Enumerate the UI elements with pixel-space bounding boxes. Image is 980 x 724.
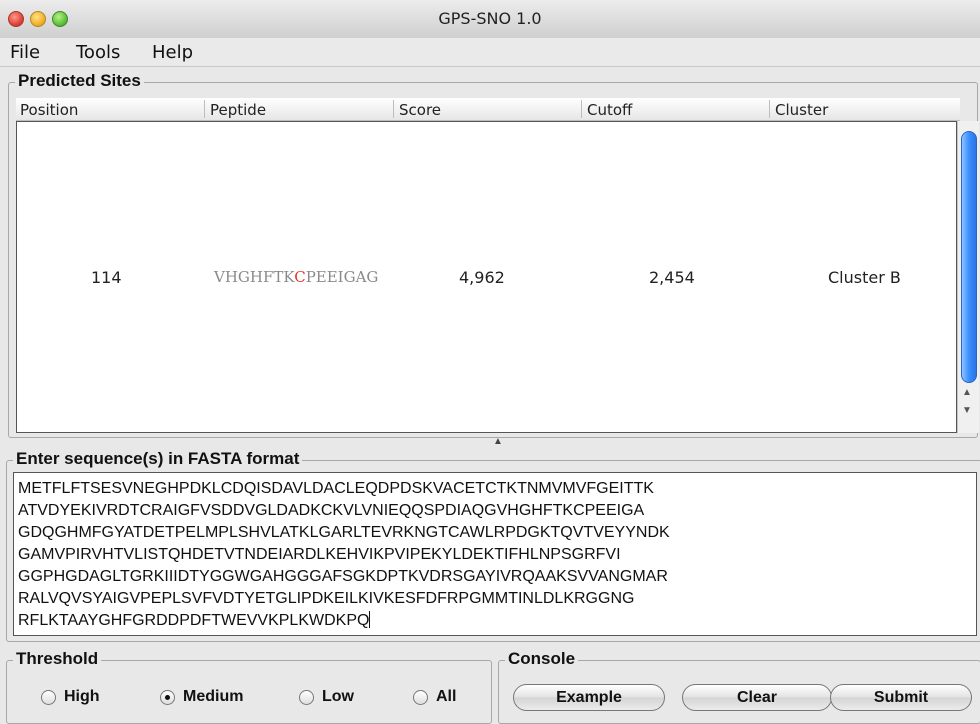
- submit-button[interactable]: Submit: [830, 684, 972, 711]
- column-header-score[interactable]: Score: [399, 101, 441, 119]
- predicted-sites-title: Predicted Sites: [15, 71, 144, 91]
- scroll-down-arrow-icon[interactable]: ▼: [962, 405, 972, 416]
- window-title: GPS-SNO 1.0: [438, 9, 542, 28]
- sequence-line: GAMVPIRVHTVLISTQHDETVTNDEIARDLKEHVIKPVIP…: [18, 546, 621, 563]
- sequence-line: GDQGHMFGYATDETPELMPLSHVLATKLGARLTEVRKNGT…: [18, 524, 670, 541]
- threshold-high-radio[interactable]: High: [41, 688, 100, 706]
- sequence-line-last: RFLKTAAYGHFGRDDPDFTWEVVKPLKWDKPQ: [18, 610, 972, 632]
- title-bar: GPS-SNO 1.0: [0, 0, 980, 39]
- example-button[interactable]: Example: [513, 684, 665, 711]
- sequence-line: RALVQVSYAIGVPEPLSVFVDTYETGLIPDKEILKIVKES…: [18, 590, 635, 607]
- radio-circle-checked-icon[interactable]: [160, 689, 175, 705]
- column-divider: [581, 100, 582, 118]
- radio-label-low: Low: [322, 688, 354, 705]
- text-caret: [369, 611, 371, 628]
- scroll-up-arrow-icon[interactable]: ▲: [962, 387, 972, 398]
- fasta-input-title: Enter sequence(s) in FASTA format: [13, 449, 303, 469]
- sequence-line: GGPHGDAGLTGRKIIIDTYGGWGAHGGGAFSGKDPTKVDR…: [18, 568, 668, 585]
- cell-peptide: VHGHFTKCPEEIGAG: [214, 268, 378, 286]
- threshold-all-radio[interactable]: All: [413, 688, 456, 706]
- sequence-line-text: RFLKTAAYGHFGRDDPDFTWEVVKPLKWDKPQ: [18, 612, 370, 629]
- menu-bar: File Tools Help: [0, 38, 980, 67]
- radio-label-high: High: [64, 688, 100, 705]
- results-table-header: Position Peptide Score Cutoff Cluster: [16, 98, 960, 121]
- peptide-sno-site: C: [294, 268, 306, 286]
- threshold-medium-radio[interactable]: Medium: [160, 688, 243, 706]
- cell-score: 4,962: [459, 268, 505, 287]
- column-header-position[interactable]: Position: [20, 101, 78, 119]
- radio-circle-icon[interactable]: [299, 689, 314, 705]
- radio-circle-icon[interactable]: [41, 689, 56, 705]
- radio-circle-icon[interactable]: [413, 689, 428, 705]
- sequence-line: METFLFTSESVNEGHPDKLCDQISDAVLDACLEQDPDSKV…: [18, 480, 654, 497]
- column-divider: [769, 100, 770, 118]
- peptide-after-site: PEEIGAG: [305, 268, 379, 286]
- sequence-line: ATVDYEKIVRDTCRAIGFVSDDVGLDADKCKVLVNIEQQS…: [18, 502, 645, 519]
- fasta-sequence-textarea[interactable]: METFLFTSESVNEGHPDKLCDQISDAVLDACLEQDPDSKV…: [13, 472, 977, 636]
- peptide-before-site: VHGHFTK: [214, 268, 295, 286]
- threshold-title: Threshold: [13, 649, 102, 669]
- menu-help[interactable]: Help: [152, 42, 193, 63]
- column-header-peptide[interactable]: Peptide: [210, 101, 266, 119]
- radio-label-all: All: [436, 688, 457, 705]
- menu-file[interactable]: File: [10, 42, 40, 63]
- cell-cutoff: 2,454: [649, 268, 695, 287]
- cell-cluster: Cluster B: [828, 268, 901, 287]
- results-scrollbar[interactable]: ▲ ▼: [957, 121, 979, 433]
- cell-position: 114: [91, 268, 122, 287]
- console-title: Console: [505, 649, 579, 669]
- menu-tools[interactable]: Tools: [76, 42, 120, 63]
- column-header-cluster[interactable]: Cluster: [775, 101, 828, 119]
- column-header-cutoff[interactable]: Cutoff: [587, 101, 632, 119]
- scrollbar-thumb[interactable]: [961, 131, 977, 383]
- threshold-low-radio[interactable]: Low: [299, 688, 354, 706]
- clear-button[interactable]: Clear: [682, 684, 832, 711]
- radio-label-medium: Medium: [183, 688, 244, 705]
- column-divider: [393, 100, 394, 118]
- column-divider: [204, 100, 205, 118]
- splitter-handle-icon[interactable]: ▲: [493, 436, 503, 447]
- results-table-body[interactable]: 114 VHGHFTKCPEEIGAG 4,962 2,454 Cluster …: [16, 121, 957, 433]
